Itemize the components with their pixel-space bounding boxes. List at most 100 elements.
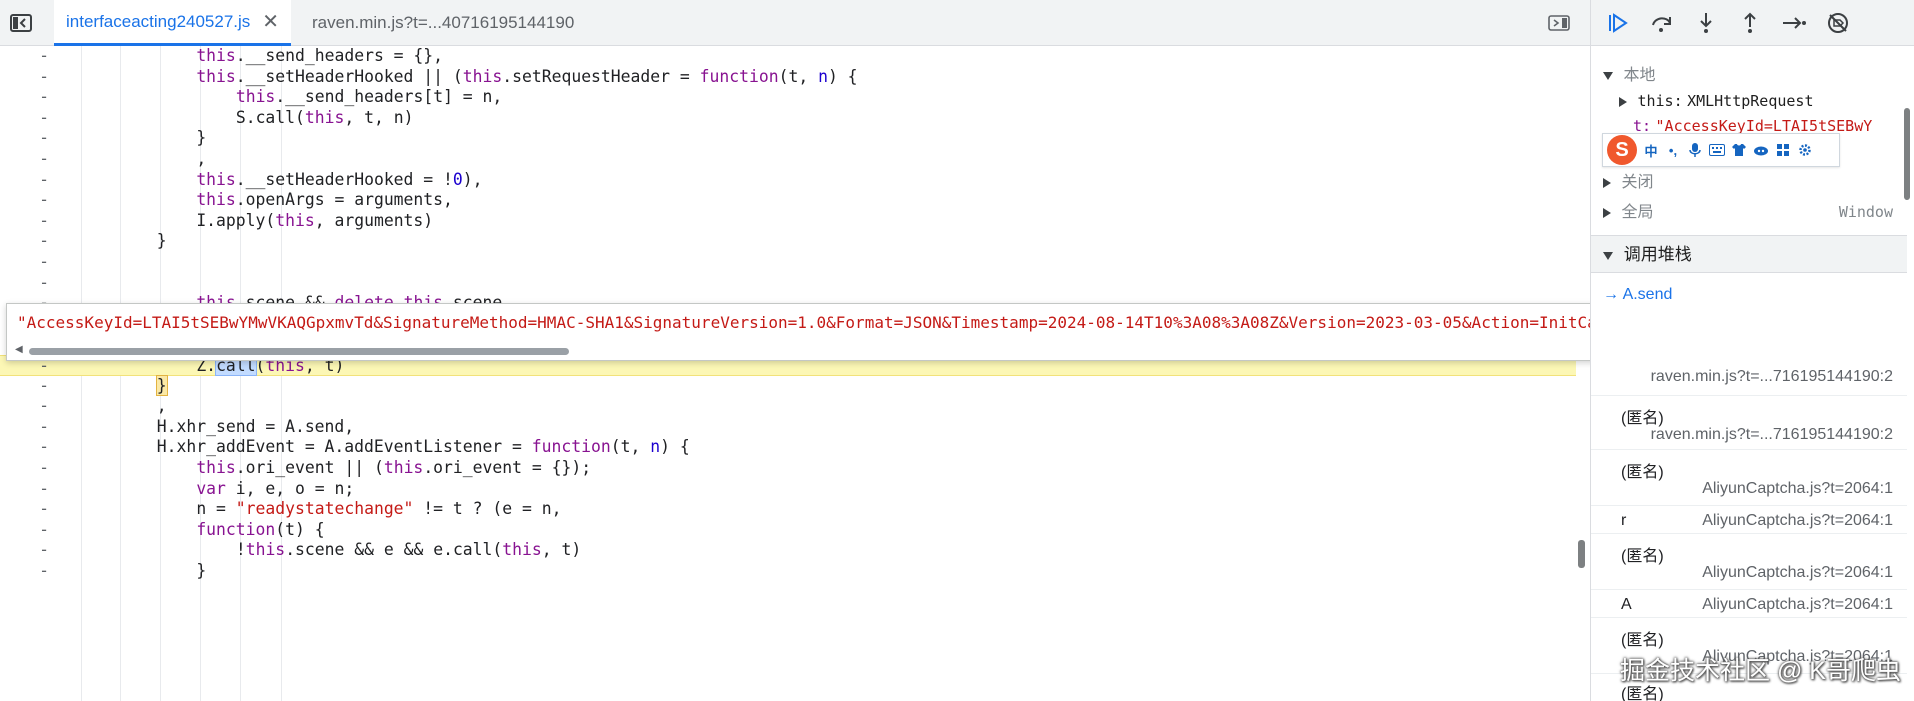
code-scrollbar[interactable] [1578, 540, 1585, 568]
code-line[interactable]: - this.ori_event || (this.ori_event = {})… [0, 458, 1576, 479]
code-line[interactable]: -} [0, 561, 1576, 582]
ime-toolbar[interactable]: S 中 •, [1602, 133, 1840, 167]
scope-local[interactable]: 本地 [1591, 63, 1907, 88]
current-frame-name: A.send [1622, 286, 1673, 303]
code-line[interactable]: -, [0, 149, 1576, 170]
line-gutter-marker[interactable]: - [38, 108, 50, 129]
ime-settings-icon[interactable] [1797, 142, 1813, 158]
watermark: 掘金技术社区 @ K哥爬虫 [1620, 657, 1901, 685]
call-frame[interactable]: (匿名) raven.min.js?t=...716195144190:2 [1591, 398, 1907, 450]
line-gutter-marker[interactable]: - [38, 252, 50, 273]
step-into-icon[interactable] [1691, 8, 1721, 38]
line-gutter-marker[interactable]: - [38, 479, 50, 500]
line-gutter-marker[interactable]: - [38, 128, 50, 149]
ime-grid-icon[interactable] [1775, 142, 1791, 158]
line-gutter-marker[interactable]: - [38, 540, 50, 561]
ime-chinese-icon[interactable]: 中 [1643, 142, 1659, 159]
step-out-icon[interactable] [1735, 8, 1765, 38]
panel-scrollbar[interactable] [1904, 108, 1910, 200]
step-icon[interactable] [1779, 8, 1809, 38]
code-line[interactable]: - [0, 273, 1576, 294]
line-gutter-marker[interactable]: - [38, 273, 50, 294]
code-line[interactable]: - n = "readystatechange" != t ? (e = n, [0, 499, 1576, 520]
code-line[interactable]: -} [0, 374, 1576, 397]
call-stack-header[interactable]: 调用堆栈 [1591, 235, 1907, 273]
code-line[interactable]: - this.__setHeaderHooked || (this.setRequ… [0, 67, 1576, 88]
code-view[interactable]: - this.__send_headers = {}, - this.__setHea… [0, 46, 1590, 701]
code-line[interactable]: -} [0, 128, 1576, 149]
frame-location[interactable]: AliyunCaptcha.js?t=2064:1 [1702, 564, 1893, 582]
line-gutter-marker[interactable]: - [38, 417, 50, 438]
scope-global[interactable]: 全局 Window [1591, 200, 1907, 225]
line-gutter-marker[interactable]: - [38, 170, 50, 191]
line-gutter-marker[interactable]: - [38, 67, 50, 88]
ime-skin-icon[interactable] [1731, 142, 1747, 158]
code-line[interactable]: - function(t) { [0, 520, 1576, 541]
code-line[interactable]: - this.__setHeaderHooked = !0), [0, 170, 1576, 191]
code-line[interactable]: - H.xhr_send = A.send, [0, 417, 1576, 438]
call-frame[interactable]: raven.min.js?t=...716195144190:2 [1591, 362, 1907, 396]
code-text: !this.scene && e && e.call(this, t) [235, 540, 582, 560]
ime-punct-icon[interactable]: •, [1665, 142, 1681, 158]
code-line[interactable]: - I.apply(this, arguments) [0, 211, 1576, 232]
line-gutter-marker[interactable]: - [38, 87, 50, 108]
toggle-navigator-icon[interactable] [8, 10, 34, 36]
frame-location[interactable]: AliyunCaptcha.js?t=2064:1 [1702, 480, 1893, 498]
frame-function-name: (匿名) [1621, 632, 1664, 649]
code-line[interactable]: -, [0, 396, 1576, 417]
code-line[interactable]: - !this.scene && e && e.call(this, t) [0, 540, 1576, 561]
line-gutter-marker[interactable]: - [38, 520, 50, 541]
expanded-triangle-icon [1603, 71, 1613, 80]
line-gutter-marker[interactable]: - [38, 499, 50, 520]
code-line[interactable]: - this.__send_headers[t] = n, [0, 87, 1576, 108]
line-gutter-marker[interactable]: - [38, 561, 50, 582]
code-line[interactable]: -} [0, 231, 1576, 252]
line-gutter-marker[interactable]: - [38, 376, 50, 397]
call-frame[interactable]: r AliyunCaptcha.js?t=2064:1 [1591, 508, 1907, 534]
sogou-logo-icon[interactable]: S [1607, 135, 1637, 165]
code-line[interactable]: - [0, 252, 1576, 273]
line-gutter-marker[interactable]: - [38, 211, 50, 232]
scroll-left-icon[interactable]: ◀ [15, 344, 23, 355]
call-frame[interactable]: (匿名) AliyunCaptcha.js?t=2064:1 [1591, 452, 1907, 506]
scope-closure-2[interactable]: 关闭 [1591, 170, 1907, 195]
line-gutter-marker[interactable]: - [38, 437, 50, 458]
line-gutter-marker[interactable]: - [38, 46, 50, 67]
call-frame[interactable]: (匿名) AliyunCaptcha.js?t=2064:1 [1591, 536, 1907, 590]
popover-scrollbar[interactable] [29, 348, 569, 355]
scope-this[interactable]: this: XMLHttpRequest [1591, 89, 1907, 114]
line-gutter-marker[interactable]: - [38, 396, 50, 417]
code-text: } [196, 128, 207, 148]
code-text: this.__send_headers[t] = n, [235, 87, 503, 107]
tab-interfaceacting[interactable]: interfaceacting240527.js ✕ [54, 0, 292, 46]
ime-keyboard-icon[interactable] [1709, 142, 1725, 158]
step-over-icon[interactable] [1647, 8, 1677, 38]
frame-location[interactable]: raven.min.js?t=...716195144190:2 [1651, 426, 1893, 444]
resume-icon[interactable] [1603, 8, 1633, 38]
ime-cloud-icon[interactable] [1753, 142, 1769, 158]
call-frame-current[interactable]: → A.send [1591, 282, 1907, 307]
ime-mic-icon[interactable] [1687, 142, 1703, 158]
line-gutter-marker[interactable]: - [38, 149, 50, 170]
call-frame[interactable]: A AliyunCaptcha.js?t=2064:1 [1591, 592, 1907, 618]
frame-location[interactable]: raven.min.js?t=...716195144190:2 [1651, 368, 1893, 386]
deactivate-breakpoints-icon[interactable] [1823, 8, 1853, 38]
close-icon[interactable]: ✕ [262, 12, 279, 32]
frame-function-name: r [1621, 512, 1627, 529]
line-gutter-marker[interactable]: - [38, 190, 50, 211]
code-line[interactable]: - this.openArgs = arguments, [0, 190, 1576, 211]
code-line[interactable]: - this.__send_headers = {}, [0, 46, 1576, 67]
toggle-debugger-sidebar-icon[interactable] [1546, 12, 1572, 34]
frame-location[interactable]: AliyunCaptcha.js?t=2064:1 [1702, 512, 1893, 530]
tab-label: raven.min.js?t=...40716195144190 [312, 13, 575, 32]
code-line[interactable]: - H.xhr_addEvent = A.addEventListener = f… [0, 437, 1576, 458]
tab-label: interfaceacting240527.js [66, 11, 251, 31]
tab-raven[interactable]: raven.min.js?t=...40716195144190 [300, 0, 586, 46]
code-text: } [196, 561, 207, 580]
code-line[interactable]: - var i, e, o = n; [0, 479, 1576, 500]
line-gutter-marker[interactable]: - [38, 231, 50, 252]
code-line[interactable]: - S.call(this, t, n) [0, 108, 1576, 129]
frame-location[interactable]: AliyunCaptcha.js?t=2064:1 [1702, 596, 1893, 614]
expanded-triangle-icon [1603, 251, 1613, 260]
line-gutter-marker[interactable]: - [38, 458, 50, 479]
